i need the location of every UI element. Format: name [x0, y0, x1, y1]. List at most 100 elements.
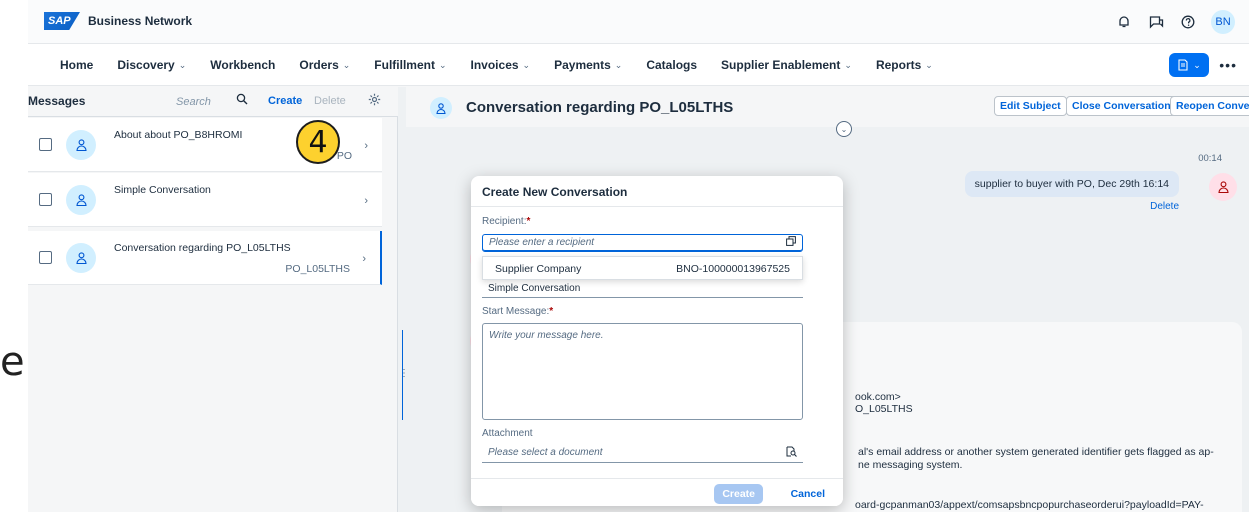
nav-item-home[interactable]: Home	[48, 58, 105, 72]
dialog-title: Create New Conversation	[482, 185, 628, 199]
person-icon	[1209, 173, 1237, 201]
conversation-item-reference: PO_L05LTHS	[285, 263, 350, 275]
value-help-icon[interactable]	[786, 236, 796, 252]
nav-item-invoices[interactable]: Invoices ⌄	[459, 58, 543, 72]
conversation-item-reference: PO	[336, 150, 352, 162]
brand-name: Business Network	[88, 14, 193, 28]
shell-actions: BN	[1115, 10, 1235, 34]
delete-button[interactable]: Delete	[314, 95, 346, 107]
divider	[471, 206, 843, 207]
person-icon	[66, 130, 96, 160]
nav-item-fulfillment[interactable]: Fulfillment ⌄	[362, 58, 458, 72]
nav-item-label: Supplier Enablement	[721, 58, 841, 72]
nav-items: Home Discovery ⌄ Workbench Orders ⌄ Fulfillmen…	[48, 44, 945, 86]
nav-item-label: Workbench	[210, 58, 276, 72]
row-checkbox[interactable]	[39, 138, 52, 151]
help-icon[interactable]	[1179, 13, 1197, 31]
bell-icon[interactable]	[1115, 13, 1133, 31]
suggestion-name: Supplier Company	[495, 263, 582, 275]
nav-item-label: Reports	[875, 58, 922, 72]
nav-item-label: Payments	[554, 58, 611, 72]
conversation-list-item[interactable]: Simple Conversation ›	[28, 173, 382, 227]
nav-item-label: Home	[60, 58, 94, 72]
chevron-down-icon: ⌄	[614, 59, 623, 70]
attachment-input[interactable]: Please select a document	[482, 445, 803, 463]
person-icon	[66, 243, 96, 273]
nav-item-payments[interactable]: Payments ⌄	[542, 58, 634, 72]
create-conversation-dialog: Create New Conversation Recipient:* Plea…	[471, 176, 843, 506]
outgoing-message: supplier to buyer with PO, Dec 29th 16:1…	[964, 171, 1179, 197]
chevron-down-icon: ⌄	[840, 124, 848, 134]
expand-header-button[interactable]: ⌄	[836, 121, 852, 137]
message-textarea[interactable]: Write your message here.	[482, 323, 803, 420]
start-message-label: Start Message:*	[482, 306, 554, 317]
conversation-item-title: About about PO_B8HROMI	[114, 129, 243, 141]
document-menu-button[interactable]: ⌄	[1169, 53, 1209, 77]
chevron-down-icon: ⌄	[844, 59, 852, 70]
conversation-item-title: Conversation regarding PO_L05LTHS	[114, 242, 291, 254]
delete-message-link[interactable]: Delete	[1150, 201, 1179, 212]
conversation-header: Conversation regarding PO_L05LTHS Edit S…	[406, 87, 1249, 127]
chevron-down-icon: ⌄	[925, 59, 933, 70]
row-checkbox[interactable]	[39, 193, 52, 206]
sap-logo[interactable]: SAP	[44, 12, 80, 30]
messages-panel: Messages Search Create Delete About abou…	[28, 87, 398, 512]
chevron-down-icon: ⌄	[438, 59, 447, 70]
left-margin	[0, 0, 28, 512]
nav-item-label: Orders	[299, 58, 339, 72]
nav-item-workbench[interactable]: Workbench	[198, 58, 287, 72]
step-badge: 4	[296, 120, 340, 164]
messages-toolbar: Messages Search Create Delete	[28, 87, 398, 117]
suggestion-id: BNO-100000013967525	[676, 263, 790, 275]
chevron-down-icon: ⌄	[342, 59, 351, 70]
dialog-footer: Create Cancel	[471, 478, 843, 506]
nav-item-label: Fulfillment	[374, 58, 435, 72]
recipient-label: Recipient:*	[482, 216, 531, 227]
recipient-suggestion[interactable]: Supplier Company BNO-100000013967525	[482, 256, 803, 280]
chevron-right-icon[interactable]: ›	[364, 140, 368, 152]
reopen-conversation-button[interactable]: Reopen Conversation	[1170, 96, 1249, 116]
shell-bar: SAP Business Network BN	[28, 0, 1249, 44]
top-navigation: Home Discovery ⌄ Workbench Orders ⌄ Fulfillmen…	[28, 44, 1249, 86]
subject-input[interactable]: Simple Conversation	[482, 280, 803, 298]
message-text: ook.com>	[855, 391, 901, 403]
gear-icon[interactable]	[368, 93, 381, 109]
nav-item-orders[interactable]: Orders ⌄	[287, 58, 362, 72]
chevron-right-icon[interactable]: ›	[362, 253, 366, 265]
person-icon	[66, 185, 96, 215]
attachment-label: Attachment	[482, 428, 533, 439]
nav-item-discovery[interactable]: Discovery ⌄	[105, 58, 198, 72]
nav-item-supplier-enablement[interactable]: Supplier Enablement ⌄	[709, 58, 864, 72]
create-button[interactable]: Create	[268, 95, 302, 107]
document-icon	[1178, 59, 1188, 71]
conversation-item-title: Simple Conversation	[114, 184, 211, 196]
recipient-input[interactable]: Please enter a recipient	[482, 234, 803, 252]
create-button[interactable]: Create	[714, 484, 763, 504]
search-icon[interactable]	[236, 93, 248, 108]
message-text: O_L05LTHS	[855, 403, 913, 415]
nav-item-label: Discovery	[117, 58, 175, 72]
chevron-down-icon: ⌄	[178, 59, 187, 70]
stray-glyph: e	[0, 339, 25, 385]
app-window: SAP Business Network BN Home Discovery ⌄ Wo…	[28, 0, 1249, 512]
row-checkbox[interactable]	[39, 251, 52, 264]
nav-item-catalogs[interactable]: Catalogs	[634, 58, 709, 72]
conversation-title: Conversation regarding PO_L05LTHS	[466, 99, 734, 116]
message-text: ne messaging system.	[858, 459, 963, 471]
cancel-button[interactable]: Cancel	[791, 484, 825, 504]
chevron-right-icon[interactable]: ›	[364, 195, 368, 207]
more-icon[interactable]: •••	[1219, 57, 1237, 73]
chat-icon[interactable]	[1147, 13, 1165, 31]
nav-item-label: Catalogs	[646, 58, 698, 72]
message-time: 00:14	[1198, 153, 1222, 164]
nav-item-reports[interactable]: Reports ⌄	[864, 58, 945, 72]
close-conversation-button[interactable]: Close Conversation	[1066, 96, 1177, 116]
nav-item-label: Invoices	[470, 58, 519, 72]
edit-subject-button[interactable]: Edit Subject	[994, 96, 1067, 116]
conversation-list-item[interactable]: Conversation regarding PO_L05LTHS PO_L05L…	[28, 231, 382, 285]
user-avatar[interactable]: BN	[1211, 10, 1235, 34]
panel-splitter[interactable]	[398, 87, 406, 512]
chevron-down-icon: ⌄	[1193, 59, 1201, 70]
browse-icon[interactable]	[786, 446, 797, 463]
chevron-down-icon: ⌄	[522, 59, 531, 70]
